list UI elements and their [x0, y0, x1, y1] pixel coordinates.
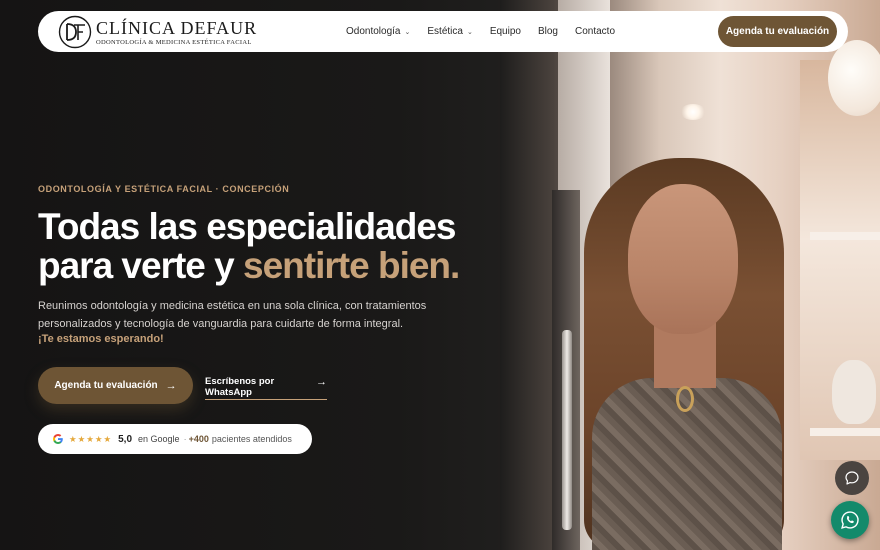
whatsapp-icon — [841, 511, 859, 529]
headline-accent: sentirte bien. — [243, 245, 460, 286]
menu-item-label: Contacto — [574, 26, 616, 37]
shelf — [810, 428, 880, 436]
hero-eyebrow: ODONTOLOGÍA Y ESTÉTICA FACIAL · CONCEPCI… — [38, 184, 290, 194]
menu-item-equipo[interactable]: Equipo — [490, 26, 521, 37]
chat-bubble-icon — [845, 471, 859, 485]
ceiling-light — [680, 104, 706, 120]
pendant-lamp — [828, 40, 880, 116]
separator-dot: · — [183, 434, 187, 444]
top-navbar: CLÍNICA DEFAUR ODONTOLOGÍA & MEDICINA ES… — [38, 11, 848, 52]
chat-button[interactable] — [835, 461, 869, 495]
menu-item-label: Blog — [537, 26, 558, 37]
patients-count: +400 — [188, 434, 209, 444]
menu-item-estetica[interactable]: Estética ⌄ — [427, 26, 472, 37]
necklace — [676, 386, 694, 412]
brand-name: CLÍNICA DEFAUR — [96, 17, 258, 38]
google-g-icon — [53, 434, 63, 444]
book-evaluation-button[interactable]: Agenda tu evaluación → — [38, 367, 193, 404]
chevron-down-icon: ⌄ — [466, 28, 473, 36]
arrow-right-icon: → — [165, 379, 177, 392]
star-rating: ★★★★★ — [69, 433, 113, 444]
hero-video-frame — [500, 0, 880, 550]
hero-invite: ¡Te estamos esperando! — [38, 333, 164, 345]
brand-tagline: ODONTOLOGÍA & MEDICINA ESTÉTICA FACIAL — [96, 38, 252, 46]
whatsapp-link[interactable]: Escríbenos por WhatsApp → — [205, 376, 327, 400]
google-rating-badge: ★★★★★ 5,0 en Google · +400 pacientes ate… — [38, 424, 312, 454]
menu-item-label: Estética — [427, 26, 463, 37]
door-handle — [562, 330, 572, 530]
button-label: Agenda tu evaluación — [54, 380, 158, 391]
main-menu: Odontología ⌄ Estética ⌄ Equipo Blog Con… — [346, 11, 632, 52]
vase — [832, 360, 876, 424]
menu-item-odontologia[interactable]: Odontología ⌄ — [346, 26, 410, 37]
rating-score: 5,0 — [118, 433, 133, 445]
doctor-portrait — [584, 158, 784, 550]
rating-source: en Google — [138, 434, 180, 444]
chevron-down-icon: ⌄ — [404, 28, 411, 36]
hero-description: Reunimos odontología y medicina estética… — [38, 300, 427, 330]
headline-line-2: para verte y — [38, 245, 244, 286]
menu-item-contacto[interactable]: Contacto — [575, 26, 615, 37]
nav-book-evaluation-button[interactable]: Agenda tu evaluación — [718, 16, 837, 47]
menu-item-blog[interactable]: Blog — [538, 26, 558, 37]
face — [628, 184, 738, 334]
headline-line-1: Todas las especialidades — [38, 206, 456, 247]
menu-item-label: Odontología — [346, 26, 401, 37]
arrow-right-icon: → — [316, 376, 327, 388]
menu-item-label: Equipo — [489, 26, 521, 37]
whatsapp-float-button[interactable] — [831, 501, 869, 539]
logo-monogram-icon — [58, 15, 92, 49]
brand-logo[interactable]: CLÍNICA DEFAUR ODONTOLOGÍA & MEDICINA ES… — [58, 15, 257, 49]
shelf — [810, 232, 880, 240]
link-label: Escríbenos por WhatsApp — [205, 376, 275, 398]
patients-label: pacientes atendidos — [211, 434, 292, 444]
hero-headline: Todas las especialidades para verte y se… — [38, 206, 460, 286]
